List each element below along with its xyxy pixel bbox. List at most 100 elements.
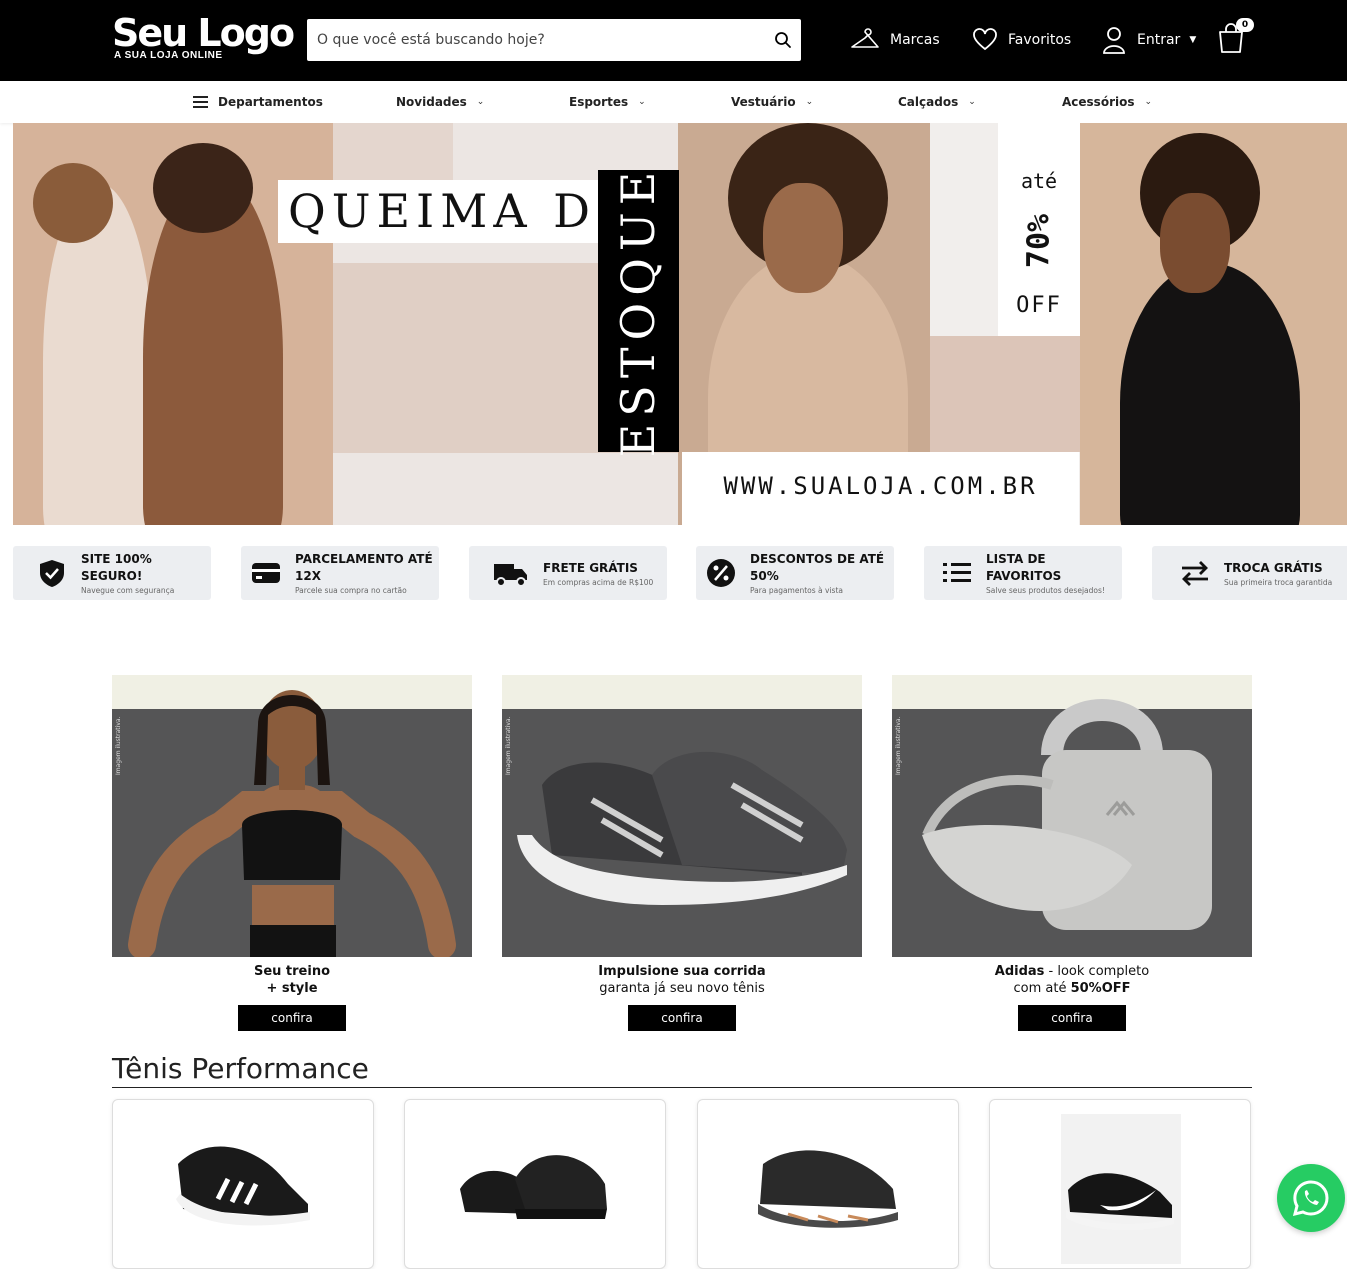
category-caption: Adidas - look completo com até 50%OFF (892, 963, 1252, 997)
discount-percent: 70% (1021, 213, 1057, 269)
favorites-label: Favoritos (1008, 32, 1072, 48)
logo-text: Seu Logo (112, 11, 295, 55)
caption-bold: Adidas (994, 964, 1045, 979)
nav-calcados[interactable]: Calçados ⌄ (898, 81, 976, 123)
whatsapp-icon (1292, 1180, 1329, 1217)
shield-check-icon (40, 560, 64, 587)
nav-label: Novidades (396, 95, 467, 109)
search-bar (307, 19, 801, 61)
feature-discounts: DESCONTOS DE ATÉ 50% Para pagamentos à v… (696, 546, 894, 600)
feature-text: PARCELAMENTO ATÉ 12X Parcele sua compra … (295, 551, 439, 595)
nav-vestuario[interactable]: Vestuário ⌄ (731, 81, 813, 123)
chevron-down-icon: ⌄ (805, 97, 814, 107)
caption-text: - look completo (1044, 964, 1150, 979)
hero-title-box: QUEIMA DE (278, 180, 630, 243)
feature-subtitle: Navegue com segurança (81, 586, 175, 595)
truck-icon (494, 564, 527, 587)
feature-subtitle: Sua primeira troca garantida (1224, 577, 1333, 587)
hero-vertical-title: ESTOQUE (611, 164, 665, 458)
cart-button[interactable]: 0 (1216, 18, 1256, 60)
nav-novidades[interactable]: Novidades ⌄ (396, 81, 484, 123)
feature-text: FRETE GRÁTIS Em compras acima de R$100 (543, 560, 653, 587)
heart-icon (973, 28, 997, 51)
discount-prefix: até (1020, 169, 1058, 193)
feature-subtitle: Parcele sua compra no cartão (295, 586, 407, 595)
feature-title: FRETE GRÁTIS (543, 560, 638, 575)
category-image[interactable]: Imagem ilustrativa. (502, 675, 862, 957)
menu-icon (193, 96, 208, 108)
feature-text: DESCONTOS DE ATÉ 50% Para pagamentos à v… (750, 551, 894, 595)
feature-title: DESCONTOS DE ATÉ 50% (750, 552, 885, 583)
category-image[interactable]: Imagem ilustrativa. (892, 675, 1252, 957)
discount-tag: até 70% OFF (998, 123, 1080, 336)
chevron-down-icon: ⌄ (968, 97, 976, 107)
caption-bold: Impulsione sua corrida (598, 964, 766, 979)
hero-banner[interactable]: QUEIMA DE ESTOQUE até 70% OFF WWW.SUALOJ… (13, 123, 1347, 525)
feature-title: PARCELAMENTO ATÉ 12X (295, 552, 433, 583)
confira-button[interactable]: confira (628, 1005, 736, 1031)
top-header: Seu Logo A SUA LOJA ONLINE Marcas Favori… (0, 0, 1347, 81)
sneaker-illustration (517, 751, 847, 905)
whatsapp-button[interactable] (1277, 1164, 1345, 1232)
list-icon (943, 563, 971, 582)
feature-free-exchange: TROCA GRÁTIS Sua primeira troca garantid… (1152, 546, 1347, 600)
product-card[interactable] (112, 1099, 374, 1269)
nav-label: Calçados (898, 95, 959, 109)
feature-free-shipping: FRETE GRÁTIS Em compras acima de R$100 (469, 546, 667, 600)
brands-link[interactable]: Marcas (850, 22, 940, 58)
nav-departamentos[interactable]: Departamentos (193, 81, 323, 123)
product-image (460, 1155, 607, 1219)
caret-down-icon: ▼ (1189, 35, 1197, 45)
feature-subtitle: Salve seus produtos desejados! (986, 586, 1105, 595)
product-card[interactable] (404, 1099, 666, 1269)
caption-text: garanta já seu novo tênis (599, 981, 765, 996)
nav-label: Departamentos (218, 95, 323, 109)
category-caption: Impulsione sua corrida garanta já seu no… (502, 963, 862, 997)
model-illustration (128, 690, 456, 957)
login-label: Entrar (1137, 32, 1181, 48)
cart-count-badge: 0 (1236, 18, 1254, 32)
percent-badge-icon (707, 559, 735, 587)
category-card-adidas: Imagem ilustrativa. Adidas - look comple… (892, 675, 1252, 1031)
feature-subtitle: Para pagamentos à vista (750, 586, 843, 595)
hanger-icon (851, 28, 879, 48)
confira-button[interactable]: confira (1018, 1005, 1126, 1031)
user-icon (1103, 27, 1125, 54)
chevron-down-icon: ⌄ (1144, 97, 1153, 107)
login-link[interactable]: Entrar ▼ (1101, 22, 1196, 58)
nav-esportes[interactable]: Esportes ⌄ (569, 81, 646, 123)
favorites-link[interactable]: Favoritos (972, 22, 1071, 58)
caption-bold-2: 50%OFF (1070, 981, 1131, 996)
bags-illustration (922, 699, 1212, 930)
main-nav: Departamentos Novidades ⌄ Esportes ⌄ Vestu… (0, 81, 1347, 123)
hero-title: QUEIMA DE (288, 184, 636, 238)
hero-vertical-box: ESTOQUE (598, 165, 679, 457)
brands-label: Marcas (890, 32, 940, 48)
feature-installments: PARCELAMENTO ATÉ 12X Parcele sua compra … (241, 546, 439, 600)
confira-button[interactable]: confira (238, 1005, 346, 1031)
credit-card-icon (252, 563, 280, 583)
exchange-arrows-icon (1182, 561, 1208, 586)
feature-secure: SITE 100% SEGURO! Navegue com segurança (13, 546, 211, 600)
product-card[interactable] (989, 1099, 1251, 1269)
site-logo[interactable]: Seu Logo A SUA LOJA ONLINE (112, 11, 295, 61)
category-caption: Seu treino + style (112, 963, 472, 997)
caption-bold-2: + style (266, 981, 318, 996)
feature-subtitle: Em compras acima de R$100 (543, 577, 654, 587)
feature-title: TROCA GRÁTIS (1224, 560, 1323, 575)
nav-acessorios[interactable]: Acessórios ⌄ (1062, 81, 1152, 123)
nav-label: Esportes (569, 95, 629, 109)
product-image (758, 1150, 898, 1228)
search-icon[interactable] (773, 30, 793, 50)
nav-label: Acessórios (1062, 95, 1135, 109)
category-image[interactable]: Imagem ilustrativa. (112, 675, 472, 957)
search-input[interactable] (307, 19, 767, 61)
caption-bold: Seu treino (253, 964, 331, 979)
product-image (1066, 1173, 1174, 1231)
product-card[interactable] (697, 1099, 959, 1269)
feature-text: SITE 100% SEGURO! Navegue com segurança (81, 551, 211, 595)
feature-text: LISTA DE FAVORITOS Salve seus produtos d… (986, 551, 1122, 595)
feature-title: LISTA DE FAVORITOS (986, 552, 1062, 583)
discount-suffix: OFF (1016, 293, 1062, 318)
feature-favorites-list: LISTA DE FAVORITOS Salve seus produtos d… (924, 546, 1122, 600)
